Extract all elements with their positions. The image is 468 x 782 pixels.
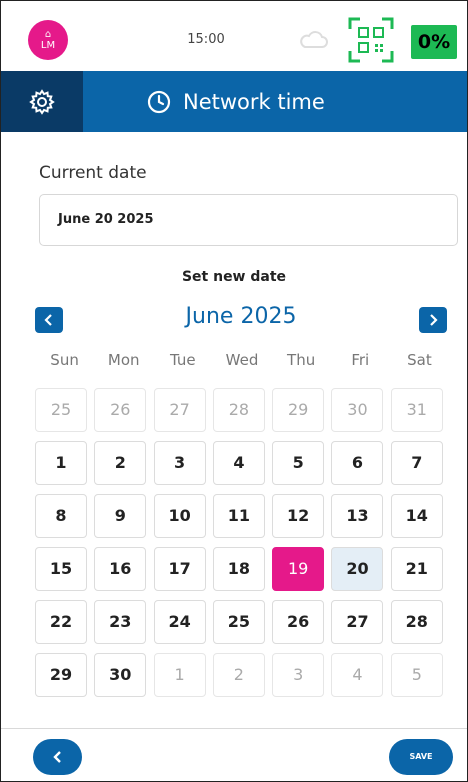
battery-indicator: 0% xyxy=(411,25,457,59)
weekday-label: Mon xyxy=(107,351,140,369)
month-title: June 2025 xyxy=(185,304,297,329)
calendar-day[interactable]: 29 xyxy=(35,653,87,697)
calendar-day-selected[interactable]: 19 xyxy=(272,547,325,591)
status-time: 15:00 xyxy=(187,32,225,47)
footer-divider xyxy=(1,728,467,729)
clock-icon xyxy=(147,90,171,113)
settings-button[interactable] xyxy=(1,71,83,132)
user-icon: ⌂ xyxy=(44,28,52,40)
gear-icon xyxy=(29,88,55,115)
current-date-label: Current date xyxy=(39,163,147,183)
back-button[interactable] xyxy=(33,739,82,775)
avatar-initials: LM xyxy=(40,39,56,51)
calendar-day[interactable]: 30 xyxy=(331,388,384,432)
calendar-day[interactable]: 4 xyxy=(212,441,265,485)
calendar-day[interactable]: 31 xyxy=(390,388,443,432)
status-bar: ⌂ LM 15:00 0% xyxy=(1,1,467,71)
calendar-grid: 25 26 27 28 29 30 31 1 2 3 4 5 6 7 8 9 10 11 12 13 14 15 16 17 1… xyxy=(35,388,449,697)
calendar-day[interactable]: 29 xyxy=(272,388,325,432)
calendar-day[interactable]: 3 xyxy=(153,441,206,485)
page-title-text: Network time xyxy=(183,89,325,114)
calendar-day[interactable]: 10 xyxy=(153,494,206,538)
calendar-day[interactable]: 18 xyxy=(212,547,265,591)
calendar-day[interactable]: 11 xyxy=(212,494,265,538)
weekday-label: Thu xyxy=(287,351,316,369)
weekday-label: Fri xyxy=(351,351,370,369)
calendar-day[interactable]: 16 xyxy=(94,547,147,591)
calendar-day[interactable]: 5 xyxy=(390,653,443,697)
calendar-day[interactable]: 6 xyxy=(331,441,384,485)
calendar-day[interactable]: 14 xyxy=(390,494,443,538)
weekday-label: Sat xyxy=(407,351,432,369)
weekday-label: Wed xyxy=(225,351,259,369)
calendar-day[interactable]: 17 xyxy=(153,547,206,591)
calendar-day[interactable]: 27 xyxy=(331,600,384,644)
calendar-day[interactable]: 26 xyxy=(272,600,325,644)
calendar-day[interactable]: 12 xyxy=(272,494,325,538)
calendar-day[interactable]: 5 xyxy=(272,441,325,485)
calendar-day[interactable]: 24 xyxy=(153,600,206,644)
set-new-date-label: Set new date xyxy=(181,269,287,285)
calendar-day[interactable]: 8 xyxy=(35,494,87,538)
chevron-right-icon xyxy=(430,314,438,326)
current-date-field: June 20 2025 xyxy=(39,194,458,246)
next-month-button[interactable] xyxy=(419,307,447,333)
calendar-day[interactable]: 30 xyxy=(94,653,147,697)
weekday-header: Sun Mon Tue Wed Thu Fri Sat xyxy=(35,348,449,372)
calendar-day[interactable]: 15 xyxy=(35,547,87,591)
calendar-day[interactable]: 28 xyxy=(390,600,443,644)
calendar-day[interactable]: 26 xyxy=(94,388,147,432)
avatar[interactable]: ⌂ LM xyxy=(28,20,68,60)
calendar-day[interactable]: 21 xyxy=(390,547,443,591)
calendar-day[interactable]: 9 xyxy=(94,494,147,538)
calendar-day[interactable]: 27 xyxy=(153,388,206,432)
weekday-label: Tue xyxy=(170,351,196,369)
chevron-left-icon xyxy=(44,314,52,326)
calendar-day[interactable]: 4 xyxy=(331,653,384,697)
qr-code-icon[interactable] xyxy=(348,17,394,63)
calendar-day-today[interactable]: 20 xyxy=(331,547,384,591)
calendar-day[interactable]: 25 xyxy=(212,600,265,644)
calendar-day[interactable]: 2 xyxy=(94,441,147,485)
calendar-day[interactable]: 1 xyxy=(35,441,87,485)
prev-month-button[interactable] xyxy=(35,307,63,333)
weekday-label: Sun xyxy=(50,351,79,369)
app-frame: ⌂ LM 15:00 0% Network time Current date … xyxy=(0,0,468,782)
calendar-day[interactable]: 28 xyxy=(212,388,265,432)
cloud-icon xyxy=(300,31,328,48)
page-title: Network time xyxy=(147,71,325,132)
calendar-day[interactable]: 3 xyxy=(272,653,325,697)
calendar-day[interactable]: 7 xyxy=(390,441,443,485)
calendar-day[interactable]: 1 xyxy=(153,653,206,697)
chevron-left-icon xyxy=(52,751,61,763)
save-button[interactable]: SAVE xyxy=(389,739,453,775)
calendar-day[interactable]: 22 xyxy=(35,600,87,644)
header-bar: Network time xyxy=(1,71,467,132)
calendar-day[interactable]: 23 xyxy=(94,600,147,644)
calendar-day[interactable]: 2 xyxy=(212,653,265,697)
calendar-day[interactable]: 25 xyxy=(35,388,87,432)
calendar-day[interactable]: 13 xyxy=(331,494,384,538)
